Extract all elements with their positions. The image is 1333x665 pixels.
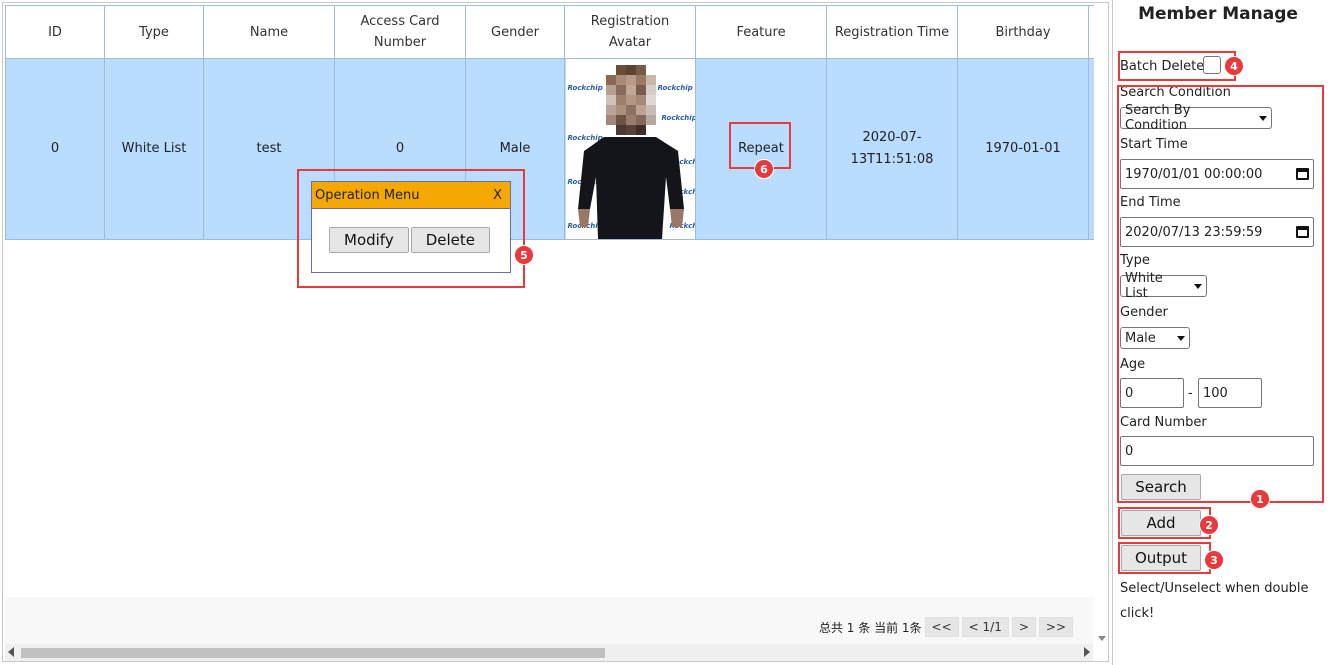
vertical-scrollbar[interactable] (1094, 5, 1108, 661)
annotation-badge-1: 1 (1250, 489, 1270, 509)
pagination-bar: 总共 1 条 当前 1条 << < 1/1 > >> (5, 597, 1093, 644)
col-header-id[interactable]: ID (5, 5, 105, 59)
member-manage-sidebar: Member Manage Batch Delete Search Condit… (1112, 0, 1333, 665)
horizontal-scrollbar[interactable] (5, 644, 1093, 661)
cell-id: 0 (5, 58, 105, 240)
cell-type: White List (104, 58, 204, 240)
member-table: ID Type Name Access Card Number Gender R… (5, 5, 1098, 240)
last-page-button[interactable]: >> (1038, 617, 1073, 637)
annotation-box-output (1118, 542, 1211, 574)
horizontal-scroll-thumb[interactable] (21, 648, 605, 658)
double-click-hint: Select/Unselect when double click! (1120, 581, 1309, 621)
page-indicator: 1/1 (982, 620, 1002, 634)
prev-page-label: < (968, 620, 979, 634)
col-header-type[interactable]: Type (104, 5, 204, 59)
pagination: 总共 1 条 当前 1条 << < 1/1 > >> (819, 617, 1073, 637)
next-page-button[interactable]: > (1011, 617, 1036, 637)
registration-avatar-image: Rockchip Rockchip Rockchip Rockchip Rock… (565, 59, 695, 239)
pixelated-face (605, 65, 656, 135)
table-header-row: ID Type Name Access Card Number Gender R… (5, 5, 1098, 59)
annotation-badge-6: 6 (754, 159, 774, 179)
col-header-birthday[interactable]: Birthday (957, 5, 1089, 59)
col-header-card[interactable]: Access Card Number (334, 5, 466, 59)
annotation-box-search-area (1117, 85, 1324, 503)
annotation-box-add (1118, 507, 1211, 539)
scroll-left-arrow-icon[interactable] (8, 647, 14, 657)
annotation-badge-4: 4 (1224, 56, 1244, 76)
col-header-gender[interactable]: Gender (465, 5, 565, 59)
prev-page-button[interactable]: < 1/1 (961, 617, 1009, 637)
table-row[interactable]: 0 White List test 0 Male Rockchip Rockch… (5, 58, 1098, 240)
col-header-feature[interactable]: Feature (695, 5, 827, 59)
member-list-panel: ID Type Name Access Card Number Gender R… (0, 0, 1110, 665)
cell-reg-time: 2020-07-13T11:51:08 (826, 58, 958, 240)
cell-birthday: 1970-01-01 (957, 58, 1089, 240)
cell-avatar: Rockchip Rockchip Rockchip Rockchip Rock… (564, 58, 696, 240)
annotation-box-operation-menu (297, 169, 525, 288)
annotation-badge-5: 5 (514, 245, 534, 265)
table-frame: ID Type Name Access Card Number Gender R… (2, 2, 1109, 662)
annotation-box-batch-delete (1118, 51, 1236, 81)
scroll-down-arrow-icon[interactable] (1098, 636, 1106, 641)
col-header-reg-time[interactable]: Registration Time (826, 5, 958, 59)
scroll-right-arrow-icon[interactable] (1084, 647, 1090, 657)
person-photo (577, 65, 684, 239)
col-header-avatar[interactable]: Registration Avatar (564, 5, 696, 59)
col-header-name[interactable]: Name (203, 5, 335, 59)
first-page-button[interactable]: << (924, 617, 959, 637)
pagination-summary: 总共 1 条 当前 1条 (818, 620, 922, 635)
annotation-badge-2: 2 (1199, 515, 1219, 535)
sidebar-title: Member Manage (1138, 4, 1298, 24)
annotation-badge-3: 3 (1204, 550, 1224, 570)
